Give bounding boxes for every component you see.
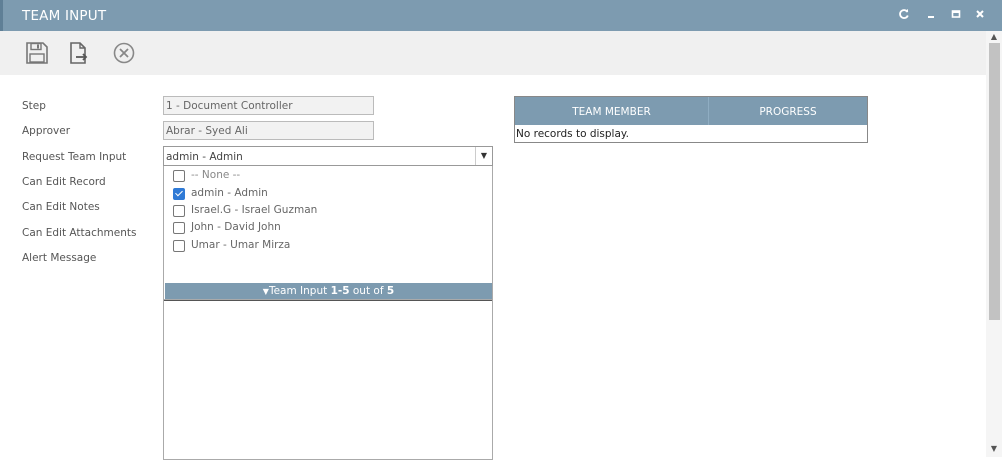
option-checkbox[interactable] bbox=[173, 170, 185, 182]
option-checkbox-checked[interactable] bbox=[173, 188, 185, 200]
maximize-icon[interactable] bbox=[948, 8, 964, 24]
option-label: Israel.G - Israel Guzman bbox=[191, 204, 318, 216]
close-icon[interactable] bbox=[972, 8, 988, 24]
label-can-edit-attachments: Can Edit Attachments bbox=[22, 227, 137, 239]
label-alert-message: Alert Message bbox=[22, 252, 97, 264]
footer-prefix: Team Input bbox=[268, 285, 331, 297]
team-member-grid: TEAM MEMBER PROGRESS No records to displ… bbox=[514, 96, 868, 143]
vertical-scrollbar[interactable]: ▲ ▼ bbox=[986, 31, 1002, 457]
window-title: TEAM INPUT bbox=[22, 8, 107, 24]
step-field: 1 - Document Controller bbox=[163, 96, 374, 115]
label-approver: Approver bbox=[22, 125, 71, 137]
alert-message-box[interactable] bbox=[163, 300, 493, 460]
grid-header: TEAM MEMBER PROGRESS bbox=[515, 97, 867, 125]
column-progress[interactable]: PROGRESS bbox=[709, 97, 867, 125]
option-checkbox[interactable] bbox=[173, 240, 185, 252]
approver-field: Abrar - Syed Ali bbox=[163, 121, 374, 140]
footer-total: 5 bbox=[386, 285, 395, 297]
scrollbar-thumb[interactable] bbox=[989, 43, 1000, 320]
request-team-input-value: admin - Admin bbox=[166, 151, 243, 163]
label-request-team-input: Request Team Input bbox=[22, 151, 127, 163]
option-label: John - David John bbox=[191, 221, 281, 233]
dropdown-footer[interactable]: ▼Team Input 1-5 out of 5 bbox=[165, 283, 492, 299]
option-checkbox[interactable] bbox=[173, 205, 185, 217]
team-input-dropdown: -- None -- admin - Admin Israel.G - Isra… bbox=[163, 166, 493, 300]
footer-range: 1-5 bbox=[330, 285, 350, 297]
label-can-edit-record: Can Edit Record bbox=[22, 176, 106, 188]
cancel-icon[interactable] bbox=[112, 41, 138, 65]
minimize-icon[interactable] bbox=[923, 8, 939, 24]
label-can-edit-notes: Can Edit Notes bbox=[22, 201, 100, 213]
column-team-member[interactable]: TEAM MEMBER bbox=[515, 97, 708, 125]
scroll-up-icon[interactable]: ▲ bbox=[986, 31, 1002, 43]
option-checkbox[interactable] bbox=[173, 222, 185, 234]
scroll-down-icon[interactable]: ▼ bbox=[986, 443, 1002, 455]
option-label: admin - Admin bbox=[191, 187, 268, 199]
request-team-input-select[interactable]: admin - Admin ▼ bbox=[163, 146, 493, 166]
no-records-text: No records to display. bbox=[516, 128, 629, 140]
option-label: -- None -- bbox=[191, 169, 241, 181]
title-bar: TEAM INPUT bbox=[0, 0, 1002, 31]
toolbar bbox=[0, 31, 986, 75]
title-bar-edge bbox=[0, 0, 3, 31]
export-icon[interactable] bbox=[67, 41, 93, 65]
refresh-icon[interactable] bbox=[896, 8, 912, 24]
option-label: Umar - Umar Mirza bbox=[191, 239, 291, 251]
label-step: Step bbox=[22, 100, 46, 112]
save-icon[interactable] bbox=[25, 41, 51, 65]
divider bbox=[164, 300, 492, 301]
dropdown-arrow-icon[interactable]: ▼ bbox=[475, 147, 492, 165]
footer-mid: out of bbox=[349, 285, 387, 297]
